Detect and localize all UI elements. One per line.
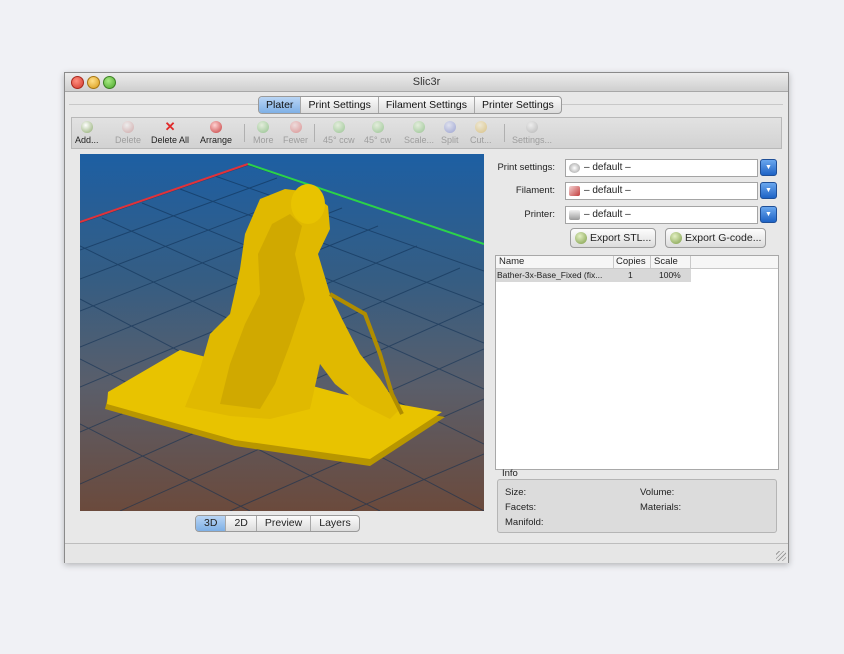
info-panel: Size: Volume: Facets: Materials: Manifol… xyxy=(497,479,777,533)
fewer-label: Fewer xyxy=(283,135,309,145)
object-settings-label: Settings... xyxy=(512,135,553,145)
cut-button[interactable]: Cut... xyxy=(470,121,492,145)
minus-icon xyxy=(289,121,302,133)
printer-combo[interactable]: – default – xyxy=(565,206,758,224)
gear-icon xyxy=(569,163,580,173)
add-button[interactable]: Add... xyxy=(75,121,99,145)
export-gcode-button[interactable]: Export G-code... xyxy=(665,228,767,248)
view-mode-tabs: 3D 2D Preview Layers xyxy=(195,515,360,532)
printer-icon xyxy=(569,210,580,220)
materials-label: Materials: xyxy=(640,502,682,513)
tab-filament-settings[interactable]: Filament Settings xyxy=(379,97,476,113)
gear-icon xyxy=(526,121,539,133)
plater-toolbar: Add... Delete ✕ Delete All Arrange More … xyxy=(71,117,782,149)
scale-button[interactable]: Scale... xyxy=(404,121,434,145)
tab-preview[interactable]: Preview xyxy=(257,516,312,531)
status-bar xyxy=(65,543,788,563)
manifold-label: Manifold: xyxy=(505,517,544,528)
add-icon xyxy=(80,121,93,133)
column-header-copies[interactable]: Copies xyxy=(613,256,651,268)
more-label: More xyxy=(253,135,274,145)
fewer-button[interactable]: Fewer xyxy=(283,121,308,145)
filament-combo[interactable]: – default – xyxy=(565,182,758,200)
main-tabs: Plater Print Settings Filament Settings … xyxy=(258,96,562,114)
delete-all-label: Delete All xyxy=(151,135,190,145)
export-stl-label: Export STL... xyxy=(590,232,652,244)
3d-scene xyxy=(80,163,484,511)
volume-label: Volume: xyxy=(640,487,675,498)
printer-value: – default – xyxy=(584,209,631,220)
export-gcode-label: Export G-code... xyxy=(685,232,762,244)
rotate-cw-label: 45° cw xyxy=(364,135,392,145)
filament-dropdown-button[interactable]: ▼ xyxy=(760,182,777,199)
object-copies-cell: 1 xyxy=(628,270,633,280)
rotate-cw-button[interactable]: 45° cw xyxy=(364,121,391,145)
rotate-ccw-icon xyxy=(332,121,345,133)
rotate-ccw-button[interactable]: 45° ccw xyxy=(323,121,355,145)
cut-icon xyxy=(474,121,487,133)
column-header-scale[interactable]: Scale xyxy=(651,256,691,268)
delete-icon xyxy=(122,121,134,133)
x-axis-line xyxy=(80,163,249,223)
slic3r-window: Slic3r Plater Print Settings Filament Se… xyxy=(64,72,789,563)
toolbar-separator xyxy=(244,124,245,142)
arrange-label: Arrange xyxy=(200,135,233,145)
object-name-cell: Bather-3x-Base_Fixed (fix... xyxy=(497,270,603,280)
bather-model xyxy=(105,184,445,466)
title-bar: Slic3r xyxy=(65,73,788,92)
rotate-ccw-label: 45° ccw xyxy=(323,135,355,145)
delete-all-button[interactable]: ✕ Delete All xyxy=(151,119,190,145)
export-icon xyxy=(670,232,682,244)
delete-all-icon: ✕ xyxy=(164,119,176,134)
split-label: Split xyxy=(441,135,459,145)
printer-dropdown-button[interactable]: ▼ xyxy=(760,206,777,223)
print-settings-label: Print settings: xyxy=(497,162,555,173)
window-title: Slic3r xyxy=(412,76,441,88)
split-icon xyxy=(443,121,456,133)
plus-icon xyxy=(257,121,270,133)
print-settings-value: – default – xyxy=(584,162,631,173)
info-group-title: Info xyxy=(502,468,518,479)
export-icon xyxy=(575,232,587,244)
filament-spool-icon xyxy=(569,186,580,196)
object-list-header: Name Copies Scale xyxy=(496,256,778,269)
delete-label: Delete xyxy=(115,135,142,145)
add-label: Add... xyxy=(75,135,99,145)
filament-label: Filament: xyxy=(515,185,555,196)
print-settings-dropdown-button[interactable]: ▼ xyxy=(760,159,777,176)
cut-label: Cut... xyxy=(470,135,492,145)
resize-grip[interactable] xyxy=(776,551,786,561)
tab-plater[interactable]: Plater xyxy=(259,97,302,113)
table-row[interactable]: Bather-3x-Base_Fixed (fix... 1 100% xyxy=(496,269,691,282)
object-settings-button[interactable]: Settings... xyxy=(512,121,552,145)
split-button[interactable]: Split xyxy=(441,121,459,145)
tab-print-settings[interactable]: Print Settings xyxy=(301,97,379,113)
3d-viewport[interactable] xyxy=(80,154,484,511)
object-scale-cell: 100% xyxy=(659,270,681,280)
facets-label: Facets: xyxy=(505,502,537,513)
size-label: Size: xyxy=(505,487,527,498)
tab-layers[interactable]: Layers xyxy=(311,516,359,531)
tab-3d[interactable]: 3D xyxy=(196,516,227,531)
printer-label: Printer: xyxy=(524,209,555,220)
more-button[interactable]: More xyxy=(253,121,274,145)
toolbar-separator xyxy=(314,124,315,142)
print-settings-combo[interactable]: – default – xyxy=(565,159,758,177)
object-list[interactable]: Name Copies Scale Bather-3x-Base_Fixed (… xyxy=(495,255,779,470)
tab-printer-settings[interactable]: Printer Settings xyxy=(475,97,561,113)
tab-2d[interactable]: 2D xyxy=(226,516,257,531)
arrange-button[interactable]: Arrange xyxy=(200,121,232,145)
toolbar-separator xyxy=(504,124,505,142)
scale-icon xyxy=(413,121,425,133)
export-stl-button[interactable]: Export STL... xyxy=(570,228,657,248)
column-header-name[interactable]: Name xyxy=(496,256,614,268)
delete-button[interactable]: Delete xyxy=(115,121,141,145)
scale-label: Scale... xyxy=(404,135,435,145)
rotate-cw-icon xyxy=(371,121,384,133)
arrange-icon xyxy=(210,121,223,133)
filament-value: – default – xyxy=(584,185,631,196)
